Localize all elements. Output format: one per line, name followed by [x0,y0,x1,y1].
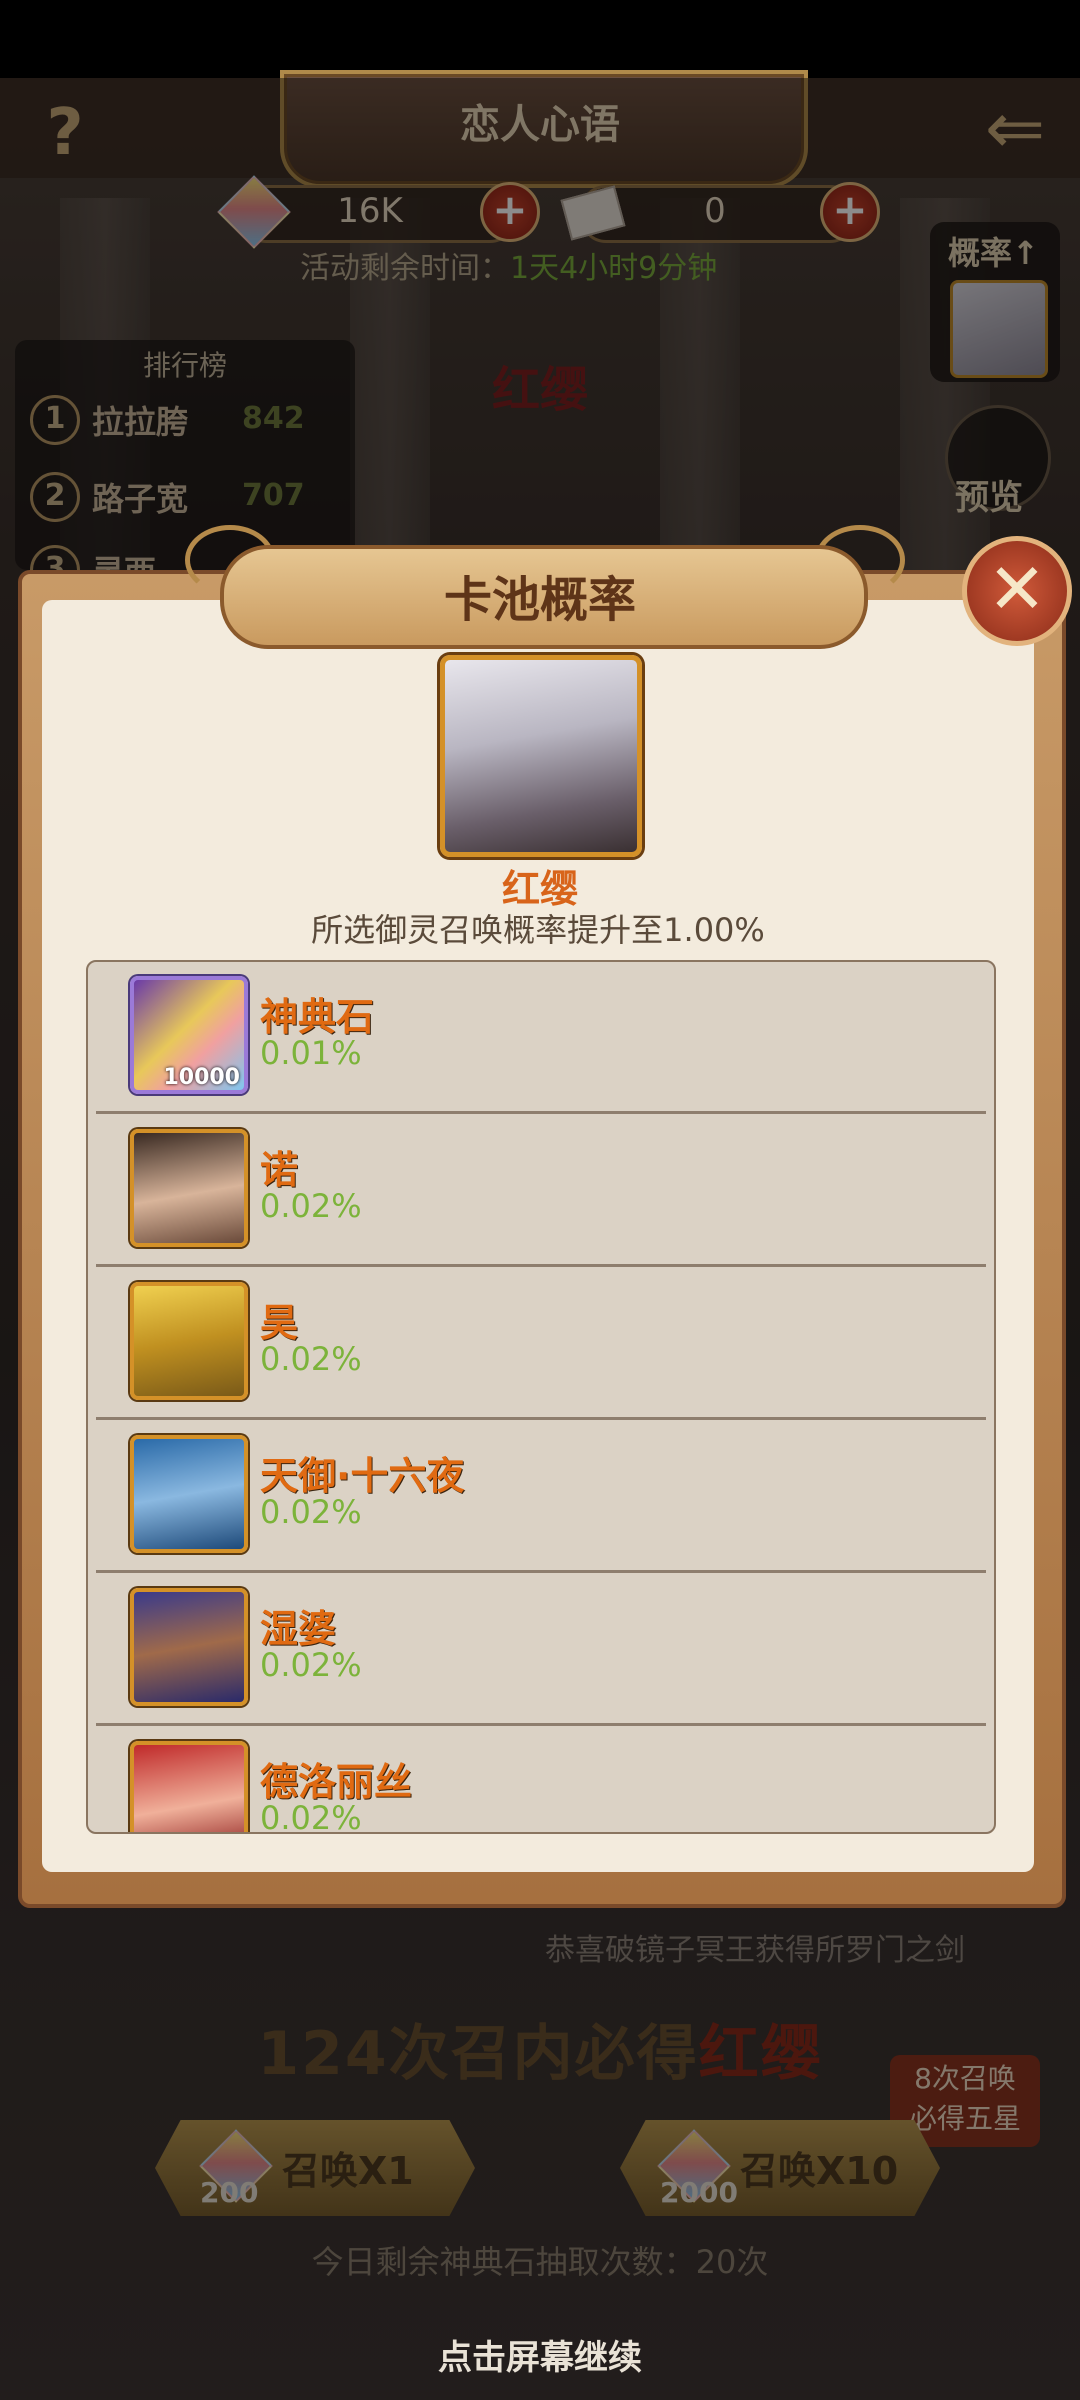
probability-list[interactable]: 10000 神典石 0.01% 诺 0.02% 昊 0.02% 天御·十六夜 0… [86,960,996,1834]
item-name: 诺 [260,1148,299,1192]
divider [96,1111,986,1114]
item-quantity: 10000 [163,1065,240,1090]
item-probability: 0.02% [260,1646,362,1684]
list-item: 湿婆 0.02% [88,1574,994,1726]
list-item: 德洛丽丝 0.02% [88,1727,994,1834]
status-bar [0,0,1080,78]
hero-portrait-icon [130,1435,248,1553]
divider [96,1723,986,1726]
tap-to-continue[interactable]: 点击屏幕继续 [0,2330,1080,2379]
crystal-item-icon: 10000 [130,976,248,1094]
modal-title: 卡池概率 [443,572,636,628]
item-probability: 0.02% [260,1799,362,1834]
divider [96,1264,986,1267]
item-probability: 0.02% [260,1187,362,1225]
hero-portrait-icon [130,1129,248,1247]
featured-rate-description: 所选御灵召唤概率提升至1.00% [311,911,765,949]
item-name: 德洛丽丝 [260,1760,413,1804]
divider [96,1570,986,1573]
item-probability: 0.01% [260,1034,362,1072]
item-name: 神典石 [260,995,375,1039]
item-probability: 0.02% [260,1493,362,1531]
list-item: 10000 神典石 0.01% [88,962,994,1114]
hero-portrait-icon [130,1588,248,1706]
divider [96,1417,986,1420]
featured-hero-portrait [440,655,642,857]
close-icon[interactable]: ✕ [962,536,1072,646]
item-name: 昊 [260,1301,299,1345]
hero-portrait-icon [130,1282,248,1400]
item-name: 天御·十六夜 [260,1454,465,1498]
hero-portrait-icon [130,1741,248,1832]
item-probability: 0.02% [260,1340,362,1378]
list-item: 诺 0.02% [88,1115,994,1267]
list-item: 昊 0.02% [88,1268,994,1420]
list-item: 天御·十六夜 0.02% [88,1421,994,1573]
item-name: 湿婆 [260,1607,337,1651]
